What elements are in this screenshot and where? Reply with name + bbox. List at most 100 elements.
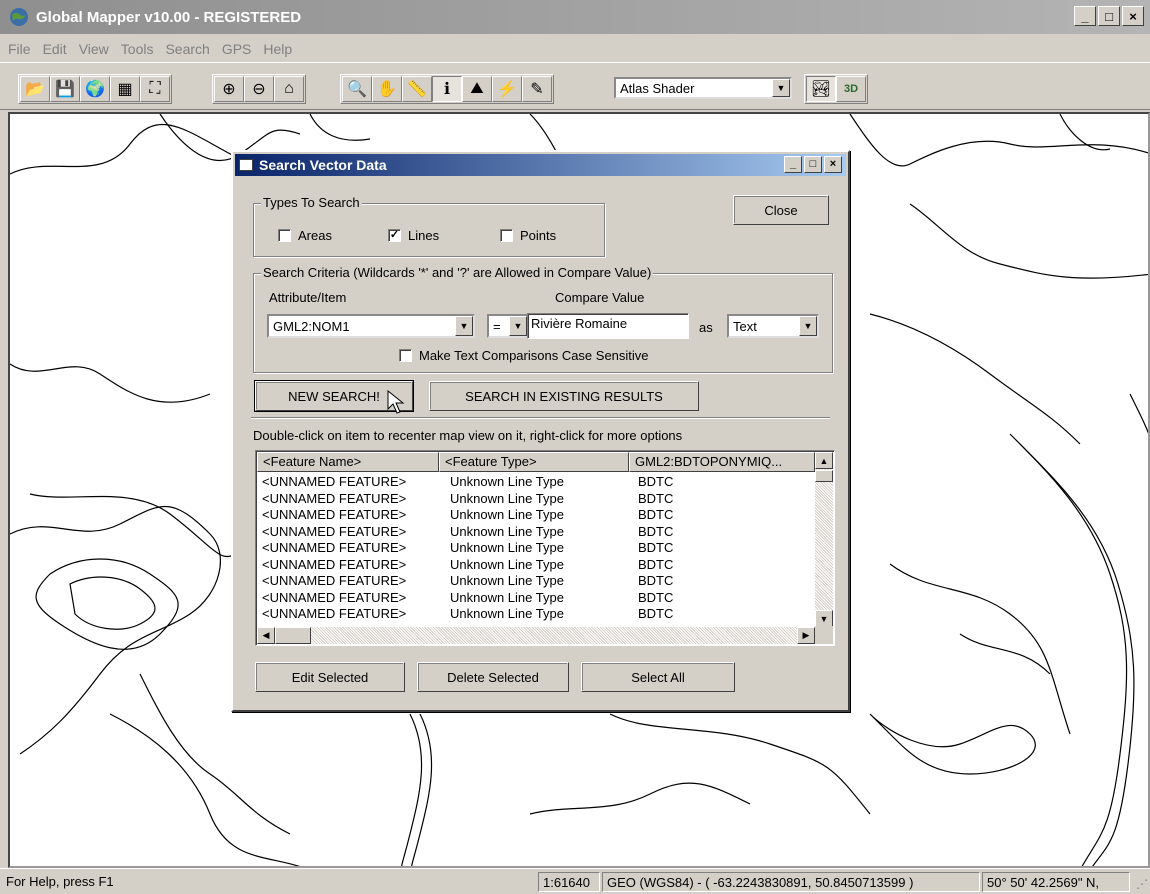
list-hint-text: Double-click on item to recenter map vie… — [253, 428, 683, 443]
menu-tools[interactable]: Tools — [115, 41, 160, 57]
row-attribute: BDTC — [638, 507, 674, 522]
table-row[interactable]: <UNNAMED FEATURE> Unknown Line Type BDTC — [262, 573, 673, 590]
resize-grip-icon[interactable]: ⋰ — [1136, 877, 1148, 891]
delete-selected-button[interactable]: Delete Selected — [417, 662, 569, 692]
zoom-in-icon[interactable]: ⊕ — [214, 76, 244, 102]
table-row[interactable]: <UNNAMED FEATURE> Unknown Line Type BDTC — [262, 474, 673, 491]
areas-checkbox[interactable]: Areas — [278, 228, 332, 243]
types-to-search-group: Types To Search Areas ✓ Lines Points — [253, 195, 605, 257]
menu-bar: File Edit View Tools Search GPS Help — [0, 36, 1150, 62]
open-folder-icon[interactable]: 📂 — [20, 76, 50, 102]
shader-select[interactable]: Atlas Shader ▼ — [614, 77, 792, 99]
2d-view-icon[interactable]: 🏞 — [806, 76, 836, 102]
attribute-select[interactable]: GML2:NOM1 ▼ — [267, 314, 475, 338]
zoom-toolbar-group: ⊕ ⊖ ⌂ — [212, 74, 306, 104]
measure-ruler-icon[interactable]: 📏 — [402, 76, 432, 102]
save-disk-icon[interactable]: 💾 — [50, 76, 80, 102]
scroll-down-icon[interactable]: ▼ — [815, 610, 833, 627]
list-rows: <UNNAMED FEATURE> Unknown Line Type BDTC <… — [262, 474, 673, 623]
close-window-button[interactable]: × — [1122, 6, 1144, 26]
row-feature-type: Unknown Line Type — [450, 589, 564, 605]
menu-edit[interactable]: Edit — [37, 41, 73, 57]
chevron-down-icon[interactable]: ▼ — [799, 316, 817, 336]
digitizer-icon[interactable]: ✎ — [522, 76, 552, 102]
maximize-button[interactable]: □ — [1098, 6, 1120, 26]
table-row[interactable]: <UNNAMED FEATURE> Unknown Line Type BDTC — [262, 540, 673, 557]
row-feature-name: <UNNAMED FEATURE> — [262, 507, 407, 522]
column-feature-name[interactable]: <Feature Name> — [257, 452, 439, 472]
compare-type-select[interactable]: Text ▼ — [727, 314, 819, 338]
edit-selected-button[interactable]: Edit Selected — [255, 662, 405, 692]
minimize-button[interactable]: _ — [1074, 6, 1096, 26]
chevron-down-icon[interactable]: ▼ — [509, 316, 527, 336]
menu-view[interactable]: View — [73, 41, 115, 57]
app-title: Global Mapper v10.00 - REGISTERED — [36, 8, 302, 26]
path-profile-icon[interactable]: ⛰ — [462, 76, 492, 102]
dialog-maximize-button[interactable]: □ — [804, 156, 822, 173]
close-button[interactable]: Close — [733, 195, 829, 225]
dialog-minimize-button[interactable]: _ — [784, 156, 802, 173]
row-feature-name: <UNNAMED FEATURE> — [262, 474, 407, 489]
chevron-down-icon[interactable]: ▼ — [772, 79, 790, 97]
row-attribute: BDTC — [638, 573, 674, 588]
case-sensitive-checkbox[interactable]: Make Text Comparisons Case Sensitive — [399, 348, 649, 363]
row-attribute: BDTC — [638, 540, 674, 555]
pan-hand-icon[interactable]: ✋ — [372, 76, 402, 102]
table-row[interactable]: <UNNAMED FEATURE> Unknown Line Type BDTC — [262, 606, 673, 623]
row-attribute: BDTC — [638, 474, 674, 489]
column-feature-type[interactable]: <Feature Type> — [439, 452, 629, 472]
dialog-title-bar[interactable]: Search Vector Data _ □ × — [235, 154, 846, 176]
case-check-box — [399, 349, 412, 362]
hscroll-thumb[interactable] — [275, 627, 311, 644]
globe-download-icon[interactable]: 🌍 — [80, 76, 110, 102]
scroll-left-icon[interactable]: ◀ — [257, 627, 275, 644]
search-vector-dialog: Search Vector Data _ □ × Types To Search… — [231, 150, 850, 712]
list-header: <Feature Name> <Feature Type> GML2:BDTOP… — [257, 452, 815, 472]
scroll-thumb[interactable] — [815, 470, 833, 482]
table-row[interactable]: <UNNAMED FEATURE> Unknown Line Type BDTC — [262, 557, 673, 574]
config-icon[interactable]: ⛶ — [140, 76, 170, 102]
scroll-right-icon[interactable]: ▶ — [797, 627, 815, 644]
row-feature-name: <UNNAMED FEATURE> — [262, 589, 407, 605]
table-row[interactable]: <UNNAMED FEATURE> Unknown Line Type BDTC — [262, 507, 673, 524]
home-icon[interactable]: ⌂ — [274, 76, 304, 102]
table-row[interactable]: <UNNAMED FEATURE> Unknown Line Type BDTC — [262, 524, 673, 541]
lines-checkbox[interactable]: ✓ Lines — [388, 228, 439, 243]
view-toolbar-group: 🏞 3D — [804, 74, 868, 104]
row-attribute: BDTC — [638, 606, 674, 621]
dialog-close-x-button[interactable]: × — [824, 156, 842, 173]
operator-value: = — [493, 318, 501, 334]
areas-check-box — [278, 229, 291, 242]
column-bdtoponymiq[interactable]: GML2:BDTOPONYMIQ... — [629, 452, 815, 472]
file-toolbar-group: 📂 💾 🌍 ▦ ⛶ — [18, 74, 172, 104]
3d-view-button[interactable]: 3D — [836, 76, 866, 102]
feature-info-icon[interactable]: ℹ — [432, 76, 462, 102]
types-group-label: Types To Search — [261, 195, 362, 210]
points-checkbox[interactable]: Points — [500, 228, 556, 243]
overlay-control-icon[interactable]: ▦ — [110, 76, 140, 102]
row-feature-type: Unknown Line Type — [450, 556, 564, 572]
points-label: Points — [520, 228, 557, 243]
compare-value-input[interactable]: Rivière Romaine — [527, 313, 689, 339]
menu-file[interactable]: File — [2, 41, 37, 57]
table-row[interactable]: <UNNAMED FEATURE> Unknown Line Type BDTC — [262, 491, 673, 508]
zoom-out-icon[interactable]: ⊖ — [244, 76, 274, 102]
case-sensitive-label: Make Text Comparisons Case Sensitive — [419, 348, 649, 363]
table-row[interactable]: <UNNAMED FEATURE> Unknown Line Type BDTC — [262, 590, 673, 607]
select-all-button[interactable]: Select All — [581, 662, 735, 692]
row-feature-type: Unknown Line Type — [450, 606, 564, 621]
menu-gps[interactable]: GPS — [216, 41, 258, 57]
chevron-down-icon[interactable]: ▼ — [455, 316, 473, 336]
view-shed-icon[interactable]: ⚡ — [492, 76, 522, 102]
scroll-up-icon[interactable]: ▲ — [815, 452, 833, 469]
search-existing-results-button[interactable]: SEARCH IN EXISTING RESULTS — [429, 381, 699, 411]
row-feature-type: Unknown Line Type — [450, 573, 564, 588]
compare-value-label: Compare Value — [555, 290, 645, 305]
vertical-scrollbar[interactable]: ▲ ▼ — [815, 452, 833, 627]
horizontal-scrollbar[interactable]: ◀ ▶ — [257, 627, 815, 644]
results-list[interactable]: <Feature Name> <Feature Type> GML2:BDTOP… — [255, 450, 835, 646]
zoom-tool-icon[interactable]: 🔍 — [342, 76, 372, 102]
menu-search[interactable]: Search — [159, 41, 215, 57]
operator-select[interactable]: = ▼ — [487, 314, 529, 338]
menu-help[interactable]: Help — [257, 41, 298, 57]
